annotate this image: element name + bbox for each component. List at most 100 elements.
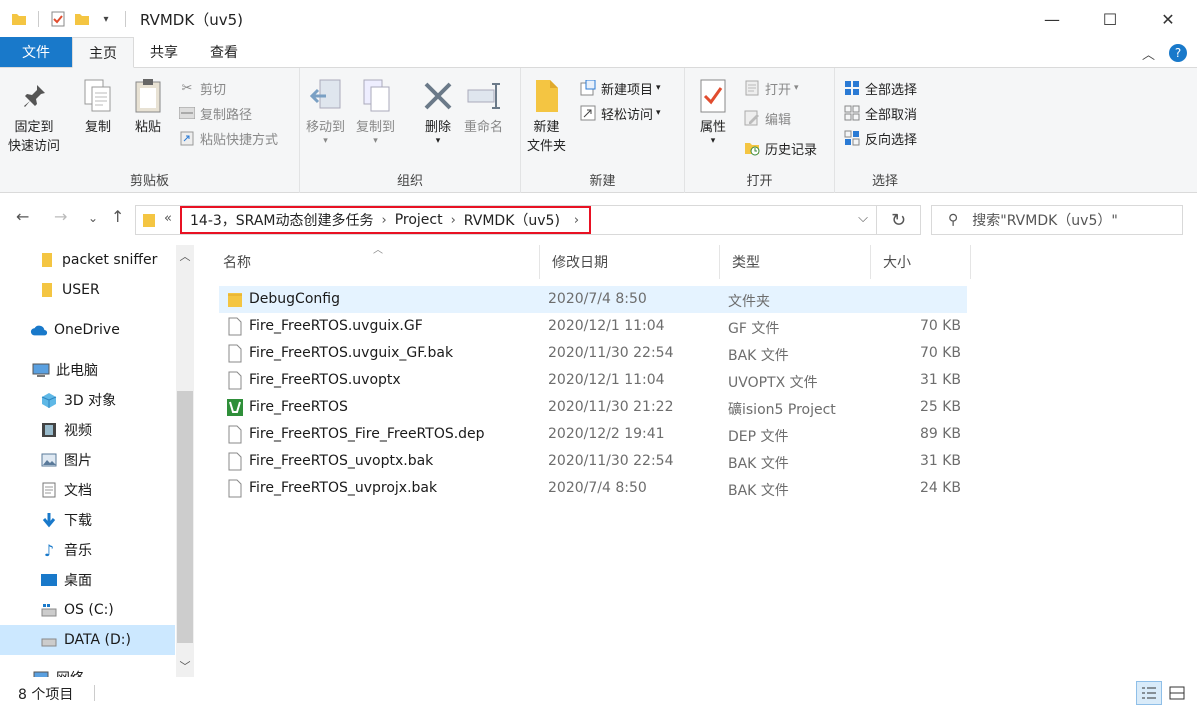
open-button[interactable]: 打开 ▾ — [743, 76, 799, 100]
select-group-label: 选择 — [871, 174, 898, 189]
nav-item-onedrive[interactable]: OneDrive — [0, 315, 175, 345]
copy-icon — [80, 76, 116, 116]
tab-file[interactable]: 文件 — [0, 37, 72, 67]
nav-item-music[interactable]: ♪ 音乐 — [0, 535, 175, 565]
column-name[interactable]: 名称 — [211, 245, 540, 279]
delete-button[interactable]: 删除 ▾ — [420, 76, 456, 146]
file-row[interactable]: DebugConfig 2020/7/4 8:50 文件夹 — [219, 286, 967, 313]
chevron-right-icon[interactable]: › — [572, 213, 581, 228]
copy-to-icon — [358, 76, 394, 116]
nav-item-documents[interactable]: 文档 — [0, 475, 175, 505]
nav-item-pictures[interactable]: 图片 — [0, 445, 175, 475]
nav-item-this-pc[interactable]: 此电脑 — [0, 355, 175, 385]
copy-path-button[interactable]: 复制路径 — [178, 101, 252, 125]
maximize-button[interactable]: ☐ — [1081, 0, 1139, 38]
folder-icon — [228, 293, 242, 307]
nav-item-desktop[interactable]: 桌面 — [0, 565, 175, 595]
column-date-modified[interactable]: 修改日期 — [540, 245, 720, 279]
edit-button[interactable]: 编辑 — [743, 106, 791, 130]
nav-item-network[interactable]: 网络 — [0, 663, 175, 677]
address-dropdown-icon[interactable]: ⌵ — [858, 211, 868, 226]
file-row[interactable]: Fire_FreeRTOS.uvguix_GF.bak 2020/11/30 2… — [219, 340, 967, 367]
customize-dropdown-icon[interactable]: ▾ — [97, 10, 115, 28]
close-button[interactable]: ✕ — [1139, 0, 1197, 38]
folder-icon — [38, 281, 56, 299]
drive-icon — [40, 631, 58, 649]
rename-button[interactable]: 重命名 — [464, 76, 503, 137]
minimize-button[interactable]: — — [1023, 0, 1081, 38]
back-arrow-icon[interactable]: ← — [16, 207, 29, 226]
nav-item-d-drive[interactable]: DATA (D:) — [0, 625, 175, 655]
nav-item-downloads[interactable]: 下载 — [0, 505, 175, 535]
document-icon — [40, 481, 58, 499]
scroll-up-icon[interactable]: ︿ — [176, 247, 194, 265]
file-row[interactable]: Fire_FreeRTOS 2020/11/30 21:22 礦ision5 P… — [219, 394, 967, 421]
toolbar-divider — [125, 11, 126, 27]
breadcrumb-item[interactable]: RVMDK（uv5) — [458, 210, 566, 230]
file-row[interactable]: Fire_FreeRTOS.uvoptx 2020/12/1 11:04 UVO… — [219, 367, 967, 394]
nav-item-3d-objects[interactable]: 3D 对象 — [0, 385, 175, 415]
paste-shortcut-button[interactable]: 粘贴快捷方式 — [178, 126, 278, 150]
scrollbar-thumb[interactable] — [177, 391, 193, 643]
overflow-chevron[interactable]: « — [164, 211, 172, 226]
file-row[interactable]: Fire_FreeRTOS_uvoptx.bak 2020/11/30 22:5… — [219, 448, 967, 475]
new-item-button[interactable]: 新建项目 ▾ — [579, 76, 661, 100]
new-folder-icon[interactable] — [73, 10, 91, 28]
cloud-icon — [30, 321, 48, 339]
tab-share[interactable]: 共享 — [134, 37, 194, 67]
large-icons-view-icon — [1169, 686, 1185, 700]
chevron-down-icon: ▾ — [794, 83, 799, 93]
forward-arrow-icon[interactable]: → — [54, 207, 67, 226]
easy-access-button[interactable]: 轻松访问 ▾ — [579, 101, 661, 125]
history-button[interactable]: 历史记录 — [743, 136, 817, 160]
scroll-down-icon[interactable]: ﹀ — [176, 657, 194, 675]
breadcrumb-item[interactable]: 14-3，SRAM动态创建多任务 — [184, 210, 379, 230]
column-type[interactable]: 类型 — [720, 245, 871, 279]
address-bar[interactable]: « 14-3，SRAM动态创建多任务 › Project › RVMDK（uv5… — [135, 205, 877, 235]
file-row[interactable]: Fire_FreeRTOS.uvguix.GF 2020/12/1 11:04 … — [219, 313, 967, 340]
search-box[interactable]: ⚲ 搜索"RVMDK（uv5）" — [931, 205, 1183, 235]
select-none-button[interactable]: 全部取消 — [843, 101, 917, 125]
collapse-ribbon-icon[interactable]: ︿ — [1142, 44, 1155, 63]
pin-to-quick-access-button[interactable]: 固定到 快速访问 — [8, 76, 60, 156]
chevron-down-icon: ▾ — [710, 136, 716, 146]
invert-selection-button[interactable]: 反向选择 — [843, 126, 917, 150]
organize-group-label: 组织 — [396, 174, 423, 189]
chevron-down-icon: ▾ — [373, 136, 378, 146]
properties-icon — [695, 76, 731, 116]
recent-locations-chevron-icon[interactable]: ⌄ — [88, 211, 98, 225]
new-folder-button[interactable]: 新建 文件夹 — [527, 76, 566, 156]
details-view-button[interactable] — [1136, 681, 1162, 705]
column-size[interactable]: 大小 — [871, 245, 971, 279]
picture-icon — [40, 451, 58, 469]
file-row[interactable]: Fire_FreeRTOS_uvprojx.bak 2020/7/4 8:50 … — [219, 475, 967, 502]
nav-pane-scrollbar[interactable]: ︿ ﹀ — [176, 245, 194, 677]
nav-item-c-drive[interactable]: OS (C:) — [0, 595, 175, 625]
large-icons-view-button[interactable] — [1164, 681, 1190, 705]
properties-button[interactable]: 属性 ▾ — [695, 76, 731, 146]
paste-button[interactable]: 粘贴 — [130, 76, 166, 137]
nav-item-user[interactable]: USER — [0, 275, 175, 305]
breadcrumb-item[interactable]: Project — [389, 212, 449, 228]
copy-to-button[interactable]: 复制到 ▾ — [356, 76, 395, 146]
chevron-right-icon[interactable]: › — [449, 213, 458, 228]
invert-selection-icon — [843, 129, 861, 147]
cut-button[interactable]: ✂ 剪切 — [178, 76, 226, 100]
copy-button[interactable]: 复制 — [80, 76, 116, 137]
chevron-right-icon[interactable]: › — [379, 213, 388, 228]
up-arrow-icon[interactable]: ↑ — [111, 207, 124, 226]
pin-icon — [16, 76, 52, 116]
scissors-icon: ✂ — [181, 80, 193, 96]
tab-home[interactable]: 主页 — [72, 37, 134, 68]
move-to-button[interactable]: 移动到 ▾ — [306, 76, 345, 146]
details-view-icon — [1142, 687, 1156, 699]
folder-icon[interactable] — [10, 10, 28, 28]
nav-item-videos[interactable]: 视频 — [0, 415, 175, 445]
help-icon[interactable]: ? — [1169, 44, 1187, 62]
nav-item-packet-sniffer[interactable]: packet sniffer — [0, 245, 175, 275]
tab-view[interactable]: 查看 — [194, 37, 254, 67]
select-all-button[interactable]: 全部选择 — [843, 76, 917, 100]
properties-check-icon[interactable] — [49, 10, 67, 28]
file-row[interactable]: Fire_FreeRTOS_Fire_FreeRTOS.dep 2020/12/… — [219, 421, 967, 448]
refresh-button[interactable]: ↻ — [877, 205, 921, 235]
